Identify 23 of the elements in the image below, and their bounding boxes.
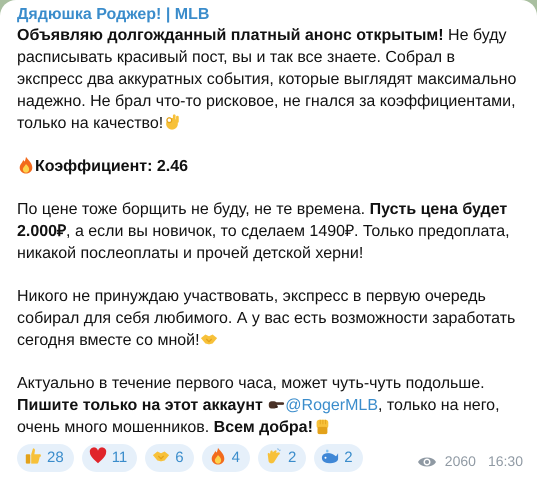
message-paragraph: Актуально в течение первого часа, может чуть-чуть подольше. Пишите только на этот аккаунт @RogerMLB, только на него, очень много мошенников. Всем добра! xyxy=(17,374,501,438)
reaction-button[interactable]: 2 xyxy=(258,444,306,472)
fire-icon xyxy=(17,156,35,174)
whale-icon xyxy=(321,447,340,465)
username-link[interactable]: @RogerMLB xyxy=(285,397,378,414)
message-paragraph: По цене тоже борщить не буду, не те времена. Пусть цена будет 2.000₽, а если вы новичок, то сделаем 1490₽. Только предоплата, никакой послеоплаты и прочей детской херни! xyxy=(17,200,511,264)
view-count: 2060 xyxy=(444,452,476,471)
reaction-button[interactable]: 4 xyxy=(202,444,250,472)
message-paragraph: Объявляю долгожданный платный анонс открытым! Не буду расписывать красивый пост, вы и так все знаете. Собрал в экспресс два аккуратных события, которые выглядят максимально надежно. Не брал что-то рисковое, не гнался за коэффициентами, только на качество! xyxy=(17,26,518,134)
coefficient-text: Коэффициент: 2.46 xyxy=(35,158,188,175)
message-time: 16:30 xyxy=(488,452,523,471)
heart-icon xyxy=(88,447,107,465)
channel-name[interactable]: Дядюшка Роджер! | MLB xyxy=(17,4,523,25)
clapping-hands-icon xyxy=(264,447,283,465)
fire-icon xyxy=(208,447,227,465)
message-paragraph: Никого не принуждаю участвовать, экспресс в первую очередь собирал для себя любимого. А у вас есть возможности заработать сегодня вместе со мной! xyxy=(17,287,516,351)
eye-icon xyxy=(416,454,437,468)
thumbs-up-icon xyxy=(24,447,42,465)
reaction-button[interactable]: 2 xyxy=(314,444,363,472)
reaction-button[interactable]: 28 xyxy=(17,444,74,472)
reaction-button[interactable]: 6 xyxy=(145,444,194,472)
reaction-button[interactable]: 11 xyxy=(82,444,138,472)
ok-hand-icon xyxy=(163,113,182,131)
